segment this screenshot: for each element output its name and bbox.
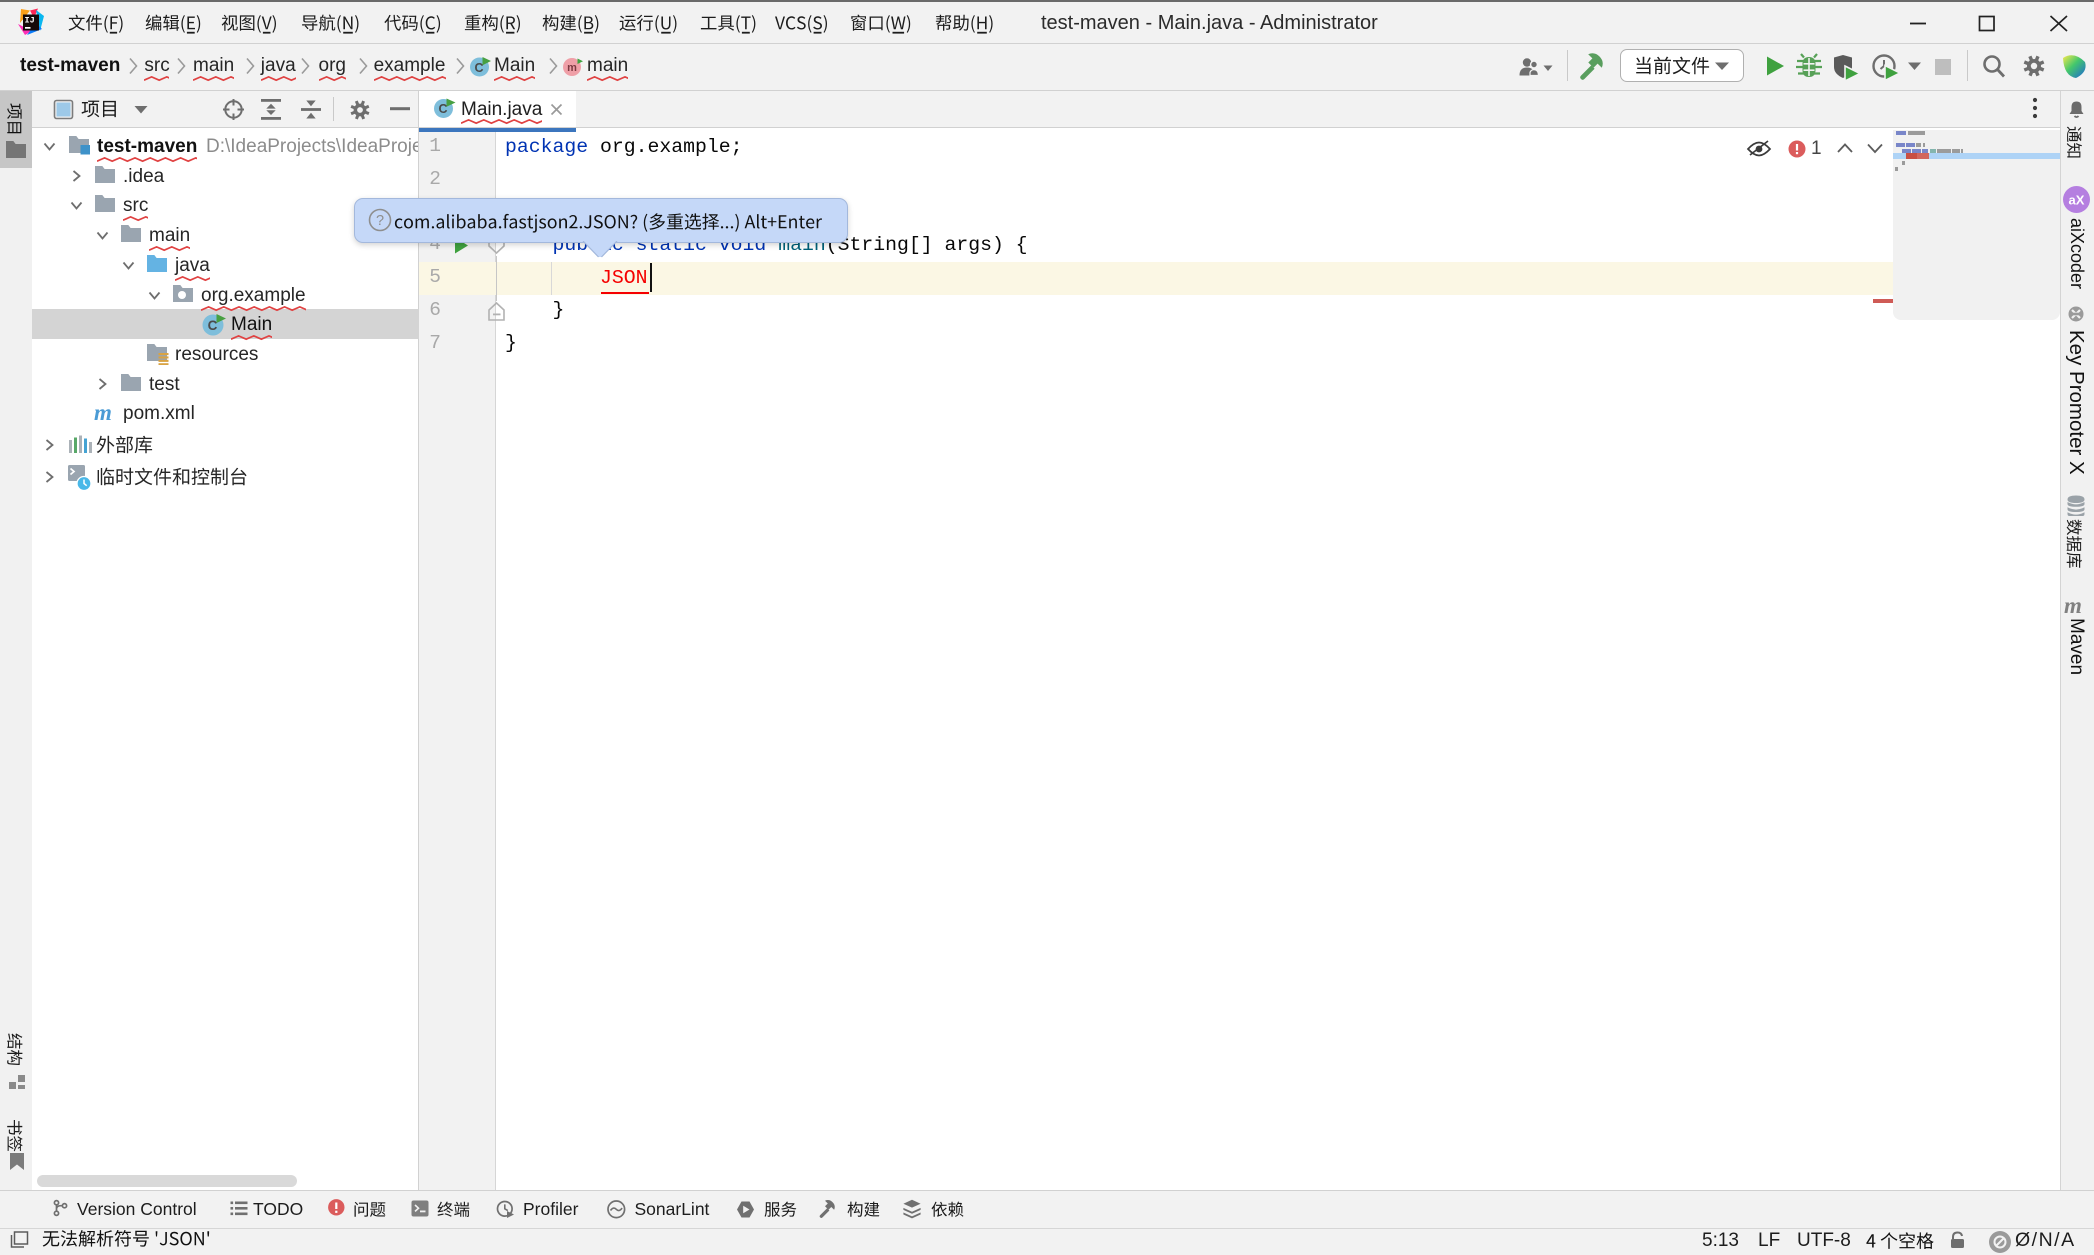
svg-text:?: ? — [376, 213, 384, 229]
svg-text:C: C — [474, 61, 483, 75]
svg-text:C: C — [438, 102, 447, 116]
svg-text:IJ: IJ — [25, 16, 35, 26]
svg-text:C: C — [208, 318, 218, 333]
svg-text:m: m — [567, 62, 577, 74]
svg-text:aX: aX — [2069, 193, 2085, 208]
